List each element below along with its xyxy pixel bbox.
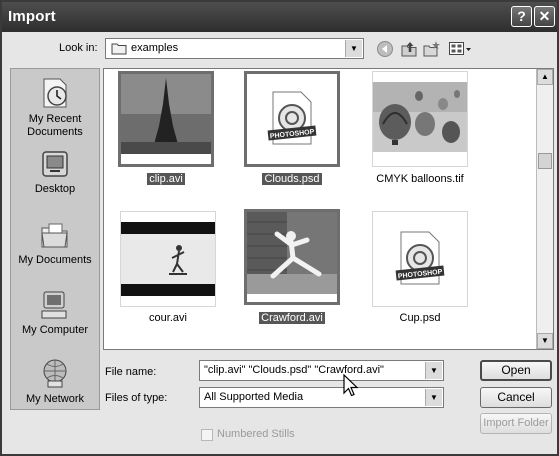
my-documents-icon: [41, 223, 68, 248]
file-name[interactable]: cour.avi: [120, 311, 216, 325]
dialog-title: Import: [8, 8, 56, 25]
import-folder-button[interactable]: Import Folder: [480, 413, 552, 434]
file-thumbnail[interactable]: [120, 211, 216, 307]
file-name-text: clip.avi: [147, 173, 185, 185]
place-desktop[interactable]: Desktop: [11, 147, 99, 196]
chevron-down-icon[interactable]: ▼: [425, 362, 442, 379]
view-menu-icon[interactable]: [448, 40, 474, 58]
my-computer-icon: [41, 291, 67, 319]
back-icon[interactable]: [376, 40, 394, 58]
file-name[interactable]: Crawford.avi: [244, 311, 340, 325]
dancer-image: [247, 212, 337, 302]
place-label: Desktop: [34, 183, 76, 195]
place-label: My Documents: [18, 254, 92, 266]
place-label: My Network: [25, 393, 85, 405]
scroll-up-icon[interactable]: ▲: [537, 69, 553, 85]
desktop-icon: [42, 151, 68, 177]
skateboarder-image: [121, 212, 215, 306]
file-thumbnail[interactable]: [244, 209, 340, 305]
file-list[interactable]: clip.avi PHOTOSHOP Clouds.psd CMYK ballo…: [103, 68, 554, 350]
file-name[interactable]: clip.avi: [118, 172, 214, 186]
filename-label: File name:: [105, 366, 157, 378]
folder-icon: [111, 43, 127, 55]
place-my-computer[interactable]: My Computer: [11, 288, 99, 337]
numbered-stills-label: Numbered Stills: [217, 428, 295, 440]
file-name[interactable]: Cup.psd: [372, 311, 468, 325]
numbered-stills-checkbox[interactable]: [201, 429, 213, 441]
photoshop-document-icon: PHOTOSHOP: [395, 231, 445, 285]
help-button[interactable]: ?: [511, 6, 532, 27]
new-folder-icon[interactable]: [423, 40, 441, 58]
place-label: Documents: [27, 126, 83, 138]
title-bar[interactable]: Import ? ✕: [2, 2, 557, 32]
file-name[interactable]: Clouds.psd: [244, 172, 340, 186]
place-label: My Recent: [28, 113, 82, 125]
file-thumbnail[interactable]: [372, 71, 468, 167]
scroll-down-icon[interactable]: ▼: [537, 333, 553, 349]
file-thumbnail[interactable]: PHOTOSHOP: [372, 211, 468, 307]
file-name-text: cour.avi: [149, 312, 187, 324]
place-my-documents[interactable]: My Documents: [11, 218, 99, 267]
chevron-down-icon[interactable]: ▼: [345, 40, 362, 57]
file-name-text: Clouds.psd: [262, 173, 322, 185]
place-my-recent-documents[interactable]: My Recent Documents: [11, 75, 99, 139]
filetype-value: All Supported Media: [204, 391, 304, 403]
place-my-network[interactable]: My Network: [11, 357, 99, 406]
file-name-text: CMYK balloons.tif: [376, 173, 464, 185]
lookin-value: examples: [131, 42, 179, 54]
my-network-icon: [43, 359, 67, 388]
up-folder-icon[interactable]: [400, 40, 418, 58]
file-thumbnail[interactable]: PHOTOSHOP: [244, 71, 340, 167]
import-dialog: Import ? ✕ Look in: examples ▼ My Recent…: [0, 0, 559, 456]
open-button[interactable]: Open: [480, 360, 552, 381]
file-thumbnail[interactable]: [118, 71, 214, 167]
filetype-dropdown[interactable]: All Supported Media ▼: [199, 387, 444, 408]
places-bar: My Recent Documents Desktop My Documents: [10, 68, 100, 410]
cancel-button[interactable]: Cancel: [480, 387, 552, 408]
vertical-scrollbar[interactable]: ▲ ▼: [536, 69, 553, 349]
photoshop-document-icon: PHOTOSHOP: [267, 91, 317, 145]
place-label: My Computer: [21, 324, 89, 336]
filename-input[interactable]: "clip.avi" "Clouds.psd" "Crawford.avi" ▼: [199, 360, 444, 381]
close-button[interactable]: ✕: [534, 6, 555, 27]
hot-air-balloons-image: [373, 72, 467, 166]
eiffel-tower-image: [121, 74, 211, 164]
mouse-cursor-icon: [343, 374, 359, 397]
chevron-down-icon[interactable]: ▼: [425, 389, 442, 406]
file-name[interactable]: CMYK balloons.tif: [362, 172, 478, 186]
lookin-dropdown[interactable]: examples ▼: [105, 38, 364, 59]
file-name-text: Crawford.avi: [259, 312, 325, 324]
recent-documents-icon: [43, 78, 67, 108]
lookin-label: Look in:: [59, 42, 98, 54]
file-name-text: Cup.psd: [399, 312, 441, 324]
filetype-label: Files of type:: [105, 392, 168, 404]
scrollbar-thumb[interactable]: [538, 153, 552, 169]
